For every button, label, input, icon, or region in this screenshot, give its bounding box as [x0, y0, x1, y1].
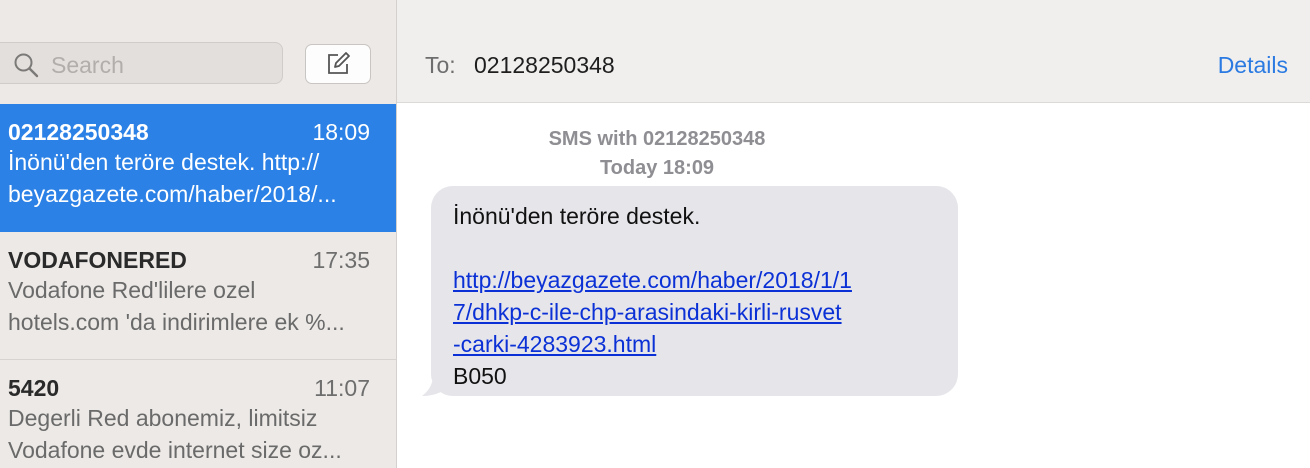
- conversation-time: 18:09: [312, 119, 370, 145]
- message-timestamp: Today 18:09: [599, 157, 715, 179]
- conversation-name: 02128250348: [8, 119, 149, 145]
- recipient-field[interactable]: 02128250348: [474, 52, 615, 79]
- conversation-item[interactable]: 5420 11:07 Degerli Red abonemiz, limitsi…: [0, 360, 396, 468]
- conversation-preview: beyazgazete.com/haber/2018/...: [8, 181, 337, 207]
- conversation-time: 17:35: [312, 247, 370, 273]
- message-header: To: 02128250348 Details: [397, 0, 1310, 103]
- conversation-preview: Degerli Red abonemiz, limitsiz: [8, 405, 318, 431]
- message-link-part: 7/dhkp-c-ile-chp-arasindaki-kirli-rusvet: [453, 299, 842, 325]
- to-label: To:: [425, 52, 456, 78]
- compose-icon: [328, 52, 350, 74]
- conversation-name: VODAFONERED: [8, 247, 187, 273]
- conversation-item[interactable]: VODAFONERED 17:35 Vodafone Red'lilere oz…: [0, 232, 396, 360]
- message-link-part: -carki-4283923.html: [453, 331, 657, 357]
- conversation-preview: Vodafone evde internet size oz...: [8, 437, 342, 463]
- conversation-time: 11:07: [314, 375, 370, 401]
- service-label: SMS with 02128250348: [548, 128, 766, 150]
- conversation-item[interactable]: 02128250348 18:09 İnönü'den teröre deste…: [0, 104, 396, 232]
- conversation-sidebar: Search 02128250348 18:09 İnönü'den terör…: [0, 0, 397, 468]
- conversation-preview: hotels.com 'da indirimlere ek %...: [8, 309, 345, 335]
- compose-button[interactable]: [305, 44, 371, 84]
- conversation-preview: İnönü'den teröre destek. http://: [8, 149, 320, 175]
- conversation-preview: Vodafone Red'lilere ozel: [8, 277, 256, 303]
- message-link[interactable]: http://beyazgazete.com/haber/2018/1/1 7/…: [453, 267, 852, 357]
- conversation-meta: SMS with 02128250348 Today 18:09: [397, 125, 917, 183]
- search-placeholder: Search: [51, 52, 124, 78]
- conversation-name: 5420: [8, 375, 60, 401]
- message-link-part: http://beyazgazete.com/haber/2018/1/1: [453, 267, 852, 293]
- search-field[interactable]: Search: [0, 42, 283, 84]
- message-bubble[interactable]: İnönü'den teröre destek. http://beyazgaz…: [431, 186, 958, 396]
- message-text: B050: [453, 363, 507, 389]
- details-button[interactable]: Details: [1218, 52, 1288, 79]
- message-text: İnönü'den teröre destek.: [453, 203, 701, 229]
- search-icon: [14, 53, 39, 78]
